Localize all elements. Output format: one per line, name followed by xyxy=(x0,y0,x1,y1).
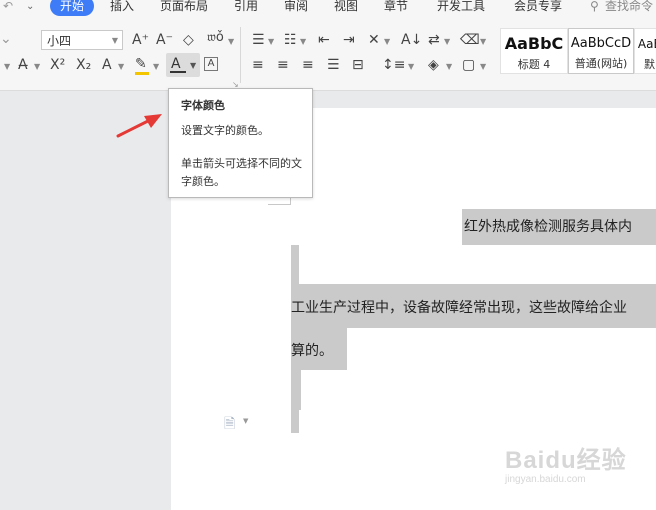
phonetic-guide-icon[interactable]: 𝔴ǒ xyxy=(207,30,224,46)
align-left-icon[interactable]: ≡ xyxy=(252,57,264,73)
watermark: Baidu经验 jingyan.baidu.com xyxy=(505,440,627,485)
chinese-layout-icon[interactable]: ✕ xyxy=(368,32,380,48)
font-name-dropdown-icon[interactable]: ⌄ xyxy=(0,31,12,47)
chevron-down-icon[interactable]: ▼ xyxy=(408,62,414,71)
font-color-tooltip: 字体颜色 设置文字的颜色。 单击箭头可选择不同的文字颜色。 xyxy=(168,88,313,198)
font-size-value: 小四 xyxy=(47,34,72,48)
align-right-icon[interactable]: ≡ xyxy=(302,57,314,73)
annotation-arrow-icon xyxy=(116,114,162,138)
chevron-down-icon[interactable]: ▼ xyxy=(446,62,452,71)
font-color-button[interactable]: A ▼ xyxy=(166,53,200,77)
clear-format-icon[interactable]: ◇ xyxy=(183,32,194,48)
decrease-font-size-icon[interactable]: A⁻ xyxy=(156,32,173,48)
align-center-icon[interactable]: ≡ xyxy=(277,57,289,73)
chevron-down-icon[interactable]: ▼ xyxy=(190,61,196,70)
tab-references[interactable]: 引用 xyxy=(234,0,258,15)
chevron-down-icon[interactable]: ▼ xyxy=(118,62,124,71)
tab-chapter[interactable]: 章节 xyxy=(384,0,408,15)
tab-start[interactable]: 开始 xyxy=(50,0,94,16)
tooltip-hint: 单击箭头可选择不同的文字颜色。 xyxy=(181,157,302,188)
search-input[interactable]: 查找命令 xyxy=(605,0,653,15)
strikethrough-icon[interactable]: A̶ xyxy=(18,57,28,73)
distributed-align-icon[interactable]: ⊟ xyxy=(352,57,364,73)
quick-access-dropdown-icon[interactable]: ⌄ xyxy=(26,0,34,15)
numbered-list-icon[interactable]: ☷ xyxy=(284,32,297,48)
chevron-down-icon: ▼ xyxy=(111,36,118,45)
selection-highlight xyxy=(291,245,299,284)
style-label: 普通(网站) xyxy=(574,57,628,70)
ribbon-toolbar: ⌄ 小四 ▼ A⁺ A⁻ ◇ 𝔴ǒ ▼ ☰ ▼ ☷ ▼ ⇤ ⇥ ✕ ▼ A↓ ⇄… xyxy=(0,17,656,91)
selection-highlight xyxy=(291,370,301,410)
style-default[interactable]: AaE 默 xyxy=(634,28,656,74)
increase-indent-icon[interactable]: ⇥ xyxy=(343,32,355,48)
style-label: 默 xyxy=(644,58,655,71)
sort-icon[interactable]: ⇄ xyxy=(428,32,440,48)
tab-page-layout[interactable]: 页面布局 xyxy=(160,0,208,15)
increase-font-size-icon[interactable]: A⁺ xyxy=(132,32,149,48)
chevron-down-icon[interactable]: ▼ xyxy=(243,417,248,425)
chevron-down-icon[interactable]: ▼ xyxy=(300,37,306,46)
character-border-icon[interactable]: A xyxy=(204,57,218,71)
subscript-icon[interactable]: X₂ xyxy=(76,57,91,73)
font-size-select[interactable]: 小四 ▼ xyxy=(41,30,123,50)
tab-view[interactable]: 视图 xyxy=(334,0,358,15)
text-effect-icon[interactable]: A xyxy=(102,57,112,73)
style-normal-web[interactable]: AaBbCcD 普通(网站) xyxy=(568,28,634,74)
tab-developer[interactable]: 开发工具 xyxy=(437,0,485,15)
divider xyxy=(240,27,241,83)
selection-highlight xyxy=(291,410,299,433)
chevron-down-icon[interactable]: ▼ xyxy=(480,62,486,71)
chevron-down-icon[interactable]: ▼ xyxy=(384,37,390,46)
paste-options-icon[interactable]: 🗎 xyxy=(224,413,235,437)
document-heading[interactable]: 红外热成像检测服务具体内 xyxy=(464,216,656,238)
search-icon[interactable]: ⚲ xyxy=(590,0,599,15)
paragraph-line[interactable]: 工业生产过程中，设备故障经常出现，这些故障给企业 xyxy=(291,297,656,319)
style-label: 标题 4 xyxy=(517,58,551,71)
style-sample: AaBbCcD xyxy=(570,36,632,51)
tooltip-title: 字体颜色 xyxy=(181,99,225,112)
highlight-icon[interactable]: ✎ xyxy=(135,56,147,72)
chevron-down-icon[interactable]: ▼ xyxy=(228,37,234,46)
line-spacing-icon[interactable]: ↕≡ xyxy=(382,57,405,73)
highlight-color-bar xyxy=(135,72,149,75)
font-color-icon: A xyxy=(171,56,181,72)
justify-icon[interactable]: ☰ xyxy=(327,57,340,73)
show-marks-icon[interactable]: ⌫ xyxy=(460,32,480,48)
chevron-down-icon[interactable]: ▼ xyxy=(34,62,40,71)
text-direction-icon[interactable]: A↓ xyxy=(401,32,422,48)
watermark-logo: Baidu经验 xyxy=(505,447,627,474)
paragraph-line[interactable]: 算的。 xyxy=(291,340,347,362)
font-color-bar xyxy=(170,71,186,73)
bullet-list-icon[interactable]: ☰ xyxy=(252,32,265,48)
style-sample: AaBbC xyxy=(504,34,564,53)
chevron-down-icon[interactable]: ▼ xyxy=(444,37,450,46)
menu-bar: ↶ ⌄ 开始 插入 页面布局 引用 审阅 视图 章节 开发工具 会员专享 ⚲ 查… xyxy=(0,0,656,17)
style-heading-4[interactable]: AaBbC 标题 4 xyxy=(500,28,568,74)
style-sample: AaE xyxy=(637,37,656,51)
border-icon[interactable]: ▢ xyxy=(462,57,475,73)
shading-icon[interactable]: ◈ xyxy=(428,57,439,73)
tab-review[interactable]: 审阅 xyxy=(284,0,308,15)
tooltip-description: 设置文字的颜色。 xyxy=(181,124,269,137)
superscript-icon[interactable]: X² xyxy=(50,57,65,73)
chevron-down-icon[interactable]: ▼ xyxy=(480,37,486,46)
undo-icon[interactable]: ↶ xyxy=(3,0,13,15)
watermark-url: jingyan.baidu.com xyxy=(505,474,586,485)
tab-member[interactable]: 会员专享 xyxy=(514,0,562,15)
chevron-down-icon[interactable]: ▼ xyxy=(268,37,274,46)
decrease-indent-icon[interactable]: ⇤ xyxy=(318,32,330,48)
chevron-down-icon[interactable]: ▼ xyxy=(4,62,10,71)
chevron-down-icon[interactable]: ▼ xyxy=(153,62,159,71)
tab-insert[interactable]: 插入 xyxy=(110,0,134,15)
